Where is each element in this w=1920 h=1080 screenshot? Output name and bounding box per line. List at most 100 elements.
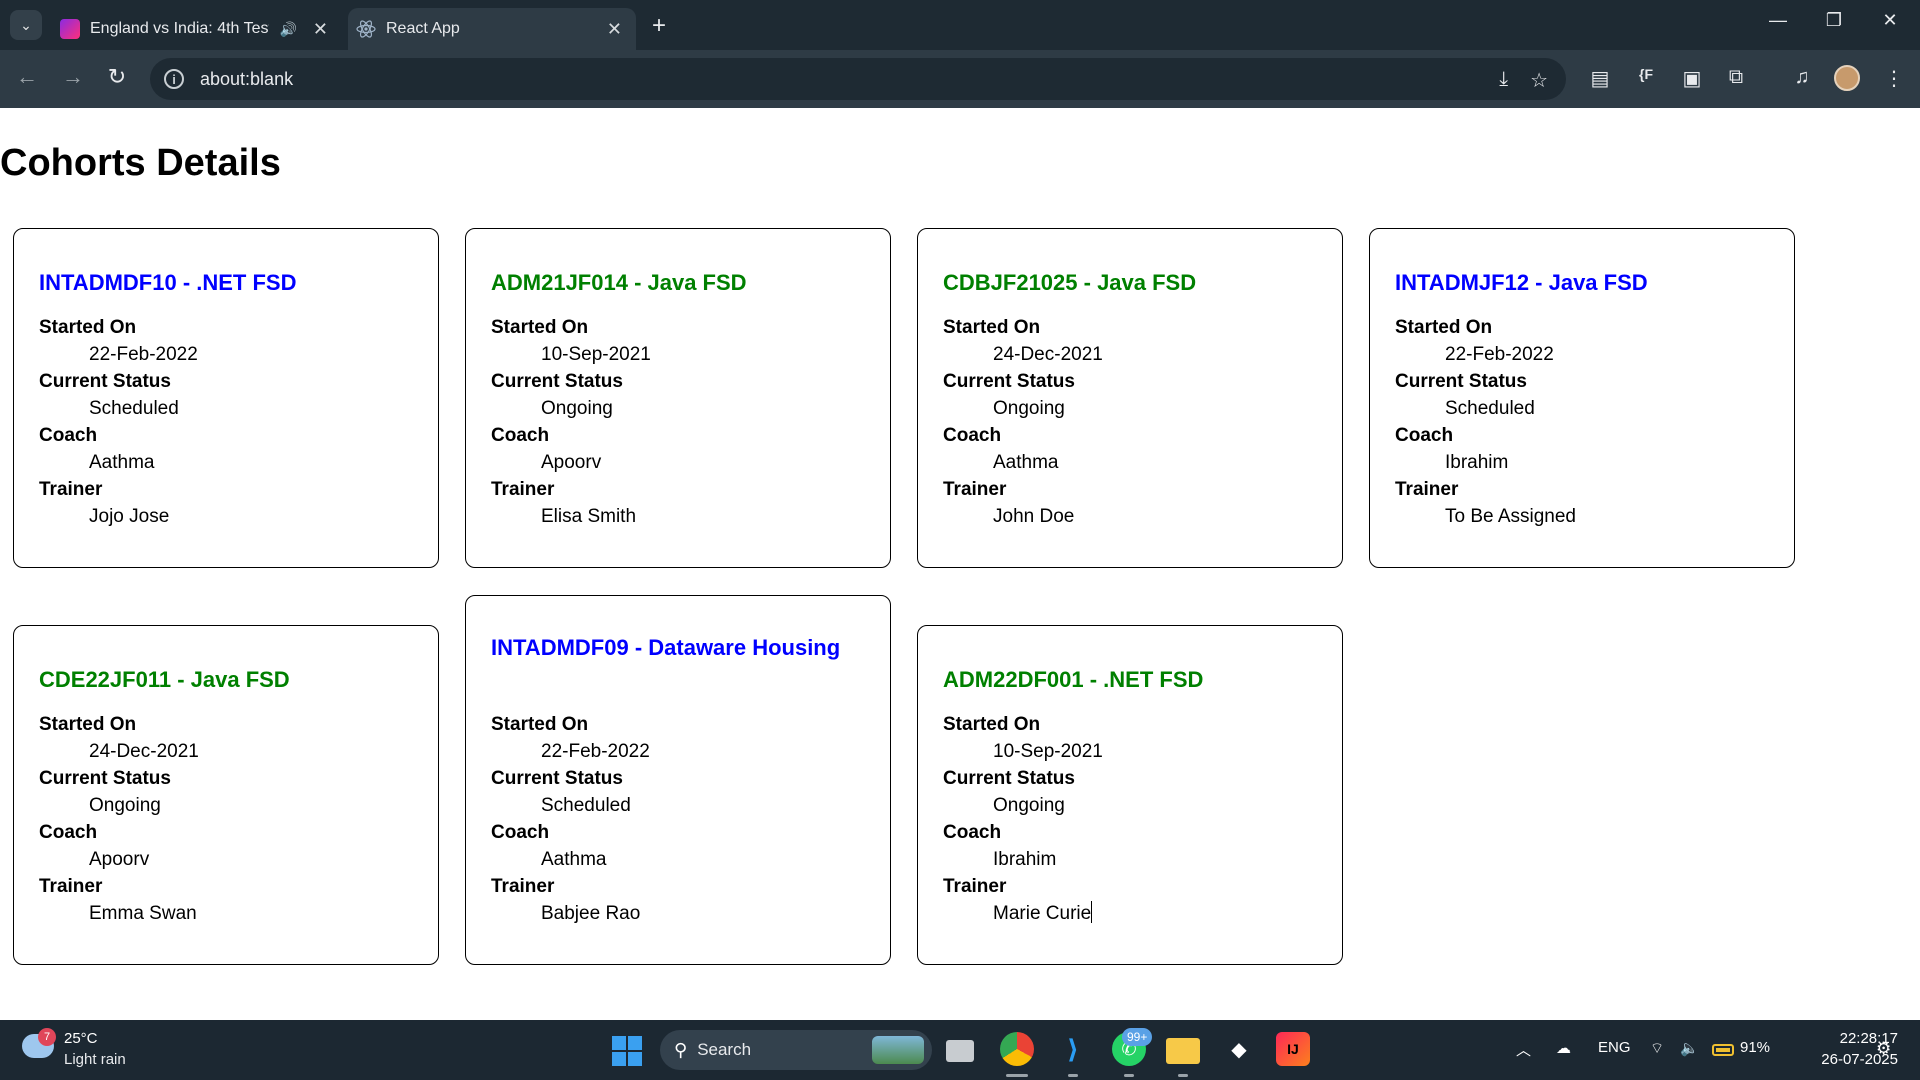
explorer-running-indicator — [1178, 1074, 1188, 1077]
cohort-card: INTADMDF10 - .NET FSD Started On 22-Feb-… — [13, 228, 439, 568]
battery-icon[interactable] — [1712, 1044, 1734, 1056]
battery-percentage[interactable]: 91% — [1740, 1039, 1770, 1056]
trainer-label: Trainer — [491, 876, 555, 897]
current-status-label: Current Status — [1395, 371, 1527, 392]
omnibox-actions: ⤓ ☆ — [1499, 68, 1548, 93]
current-status-label: Current Status — [491, 371, 623, 392]
close-tab-icon[interactable]: ✕ — [313, 19, 328, 40]
trainer-value: Jojo Jose — [89, 506, 170, 527]
cohort-card: ADM21JF014 - Java FSD Started On 10-Sep-… — [465, 228, 891, 568]
weather-temperature[interactable]: 25°C — [64, 1030, 98, 1047]
trainer-value-wrapper: Marie Curie — [943, 900, 1103, 927]
coach-label: Coach — [39, 822, 98, 843]
search-label: Search — [697, 1040, 752, 1059]
started-on-label: Started On — [39, 714, 137, 735]
coach-label: Coach — [491, 425, 550, 446]
browser-tab-strip: ⌄ England vs India: 4th Test, Day 🔊 ✕ Re… — [0, 0, 1920, 50]
install-app-icon[interactable]: ⤓ — [1499, 68, 1508, 93]
started-on-value: 22-Feb-2022 — [541, 741, 650, 762]
coach-label: Coach — [1395, 425, 1454, 446]
trainer-value: Elisa Smith — [541, 506, 637, 527]
taskbar-search[interactable]: ⚲ Search — [660, 1030, 932, 1070]
chevron-down-icon: ⌄ — [20, 16, 32, 33]
notification-bell-icon[interactable]: ⚙ — [1876, 1039, 1891, 1059]
cohort-details: Started On 24-Dec-2021 Current Status On… — [943, 314, 1103, 530]
address-bar[interactable]: i about:blank ⤓ ☆ — [150, 58, 1566, 100]
close-tab-icon[interactable]: ✕ — [607, 19, 622, 40]
coach-label: Coach — [943, 425, 1002, 446]
trainer-label: Trainer — [39, 479, 103, 500]
cohort-title: INTADMJF12 - Java FSD — [1395, 270, 1648, 295]
current-status-label: Current Status — [39, 768, 171, 789]
bookmark-star-icon[interactable]: ☆ — [1530, 68, 1548, 93]
chrome-active-indicator — [1006, 1074, 1028, 1077]
started-on-value: 24-Dec-2021 — [993, 344, 1103, 365]
current-status-value: Scheduled — [1445, 398, 1535, 419]
cohort-details: Started On 22-Feb-2022 Current Status Sc… — [1395, 314, 1576, 530]
tab-search-button[interactable]: ⌄ — [10, 10, 42, 40]
extension-formatter-icon[interactable]: {F — [1632, 66, 1660, 82]
browser-menu-icon[interactable]: ⋮ — [1880, 66, 1908, 91]
back-arrow-icon[interactable]: ← — [12, 64, 42, 90]
store-app-icon[interactable]: ◆ — [1222, 1032, 1256, 1066]
trainer-value: Emma Swan — [89, 903, 197, 924]
new-tab-plus-icon[interactable]: + — [652, 12, 666, 40]
started-on-label: Started On — [943, 714, 1041, 735]
started-on-label: Started On — [943, 317, 1041, 338]
weather-description[interactable]: Light rain — [64, 1051, 126, 1068]
tab-title: England vs India: 4th Test, Day — [90, 20, 269, 37]
trainer-label: Trainer — [943, 479, 1007, 500]
current-status-value: Scheduled — [541, 795, 631, 816]
whatsapp-unread-badge: 99+ — [1122, 1028, 1153, 1046]
cohort-title: ADM21JF014 - Java FSD — [491, 270, 747, 295]
chrome-icon[interactable] — [1000, 1032, 1034, 1066]
reload-icon[interactable]: ↻ — [102, 64, 132, 90]
file-explorer-icon[interactable] — [1166, 1038, 1200, 1064]
page-content: Cohorts Details INTADMDF10 - .NET FSD St… — [0, 108, 1920, 1020]
vscode-icon[interactable]: ⟩ — [1056, 1032, 1090, 1066]
trainer-label: Trainer — [943, 876, 1007, 897]
coach-label: Coach — [491, 822, 550, 843]
started-on-value: 10-Sep-2021 — [541, 344, 651, 365]
site-info-icon[interactable]: i — [164, 69, 184, 89]
trainer-label: Trainer — [1395, 479, 1459, 500]
started-on-value: 22-Feb-2022 — [1445, 344, 1554, 365]
intellij-icon[interactable]: IJ — [1276, 1032, 1310, 1066]
close-window-icon[interactable]: ✕ — [1870, 10, 1910, 31]
text-cursor — [1091, 901, 1093, 923]
search-icon: ⚲ — [674, 1039, 688, 1060]
extension-picture-in-picture-icon[interactable]: ▣ — [1678, 66, 1706, 91]
cohort-title: ADM22DF001 - .NET FSD — [943, 667, 1204, 692]
task-view-icon[interactable] — [946, 1040, 974, 1062]
language-indicator[interactable]: ENG — [1598, 1039, 1631, 1056]
media-control-icon[interactable]: ♫ — [1788, 66, 1816, 89]
windows-taskbar: 7 25°C Light rain ⚲ Search ⟩ ✆ 99+ ◆ IJ … — [0, 1020, 1920, 1080]
coach-value: Ibrahim — [993, 849, 1057, 870]
speaker-icon[interactable]: 🔊 — [279, 21, 296, 38]
forward-arrow-icon[interactable]: → — [58, 64, 88, 90]
tab-react-app[interactable]: React App ✕ — [348, 8, 636, 50]
current-status-value: Ongoing — [89, 795, 161, 816]
tab-england-vs-india[interactable]: England vs India: 4th Test, Day 🔊 ✕ — [52, 8, 342, 50]
current-status-value: Scheduled — [89, 398, 179, 419]
onedrive-icon[interactable]: ☁ — [1556, 1039, 1571, 1057]
cohort-details: Started On 24-Dec-2021 Current Status On… — [39, 711, 199, 927]
extension-tab-manager-icon[interactable]: ▤ — [1586, 66, 1614, 91]
show-hidden-icons-chevron-icon[interactable]: ︿ — [1516, 1039, 1531, 1060]
browser-toolbar: ← → ↻ i about:blank ⤓ ☆ ▤ {F ▣ ⧉ ♫ ⋮ — [0, 50, 1920, 108]
restore-window-icon[interactable]: ❐ — [1814, 10, 1854, 31]
minimize-window-icon[interactable]: — — [1758, 10, 1798, 31]
windows-start-icon[interactable] — [612, 1036, 642, 1066]
volume-icon[interactable]: 🔈 — [1680, 1039, 1699, 1057]
address-url[interactable]: about:blank — [200, 69, 293, 90]
cohort-details: Started On 10-Sep-2021 Current Status On… — [491, 314, 651, 530]
started-on-value: 22-Feb-2022 — [89, 344, 198, 365]
started-on-value: 10-Sep-2021 — [993, 741, 1103, 762]
wifi-icon[interactable]: ⌔ — [1650, 1039, 1664, 1058]
current-status-label: Current Status — [491, 768, 623, 789]
trainer-label: Trainer — [491, 479, 555, 500]
react-logo-icon — [356, 19, 376, 39]
extensions-puzzle-icon[interactable]: ⧉ — [1722, 66, 1750, 89]
current-status-label: Current Status — [943, 371, 1075, 392]
profile-avatar[interactable] — [1834, 65, 1860, 91]
